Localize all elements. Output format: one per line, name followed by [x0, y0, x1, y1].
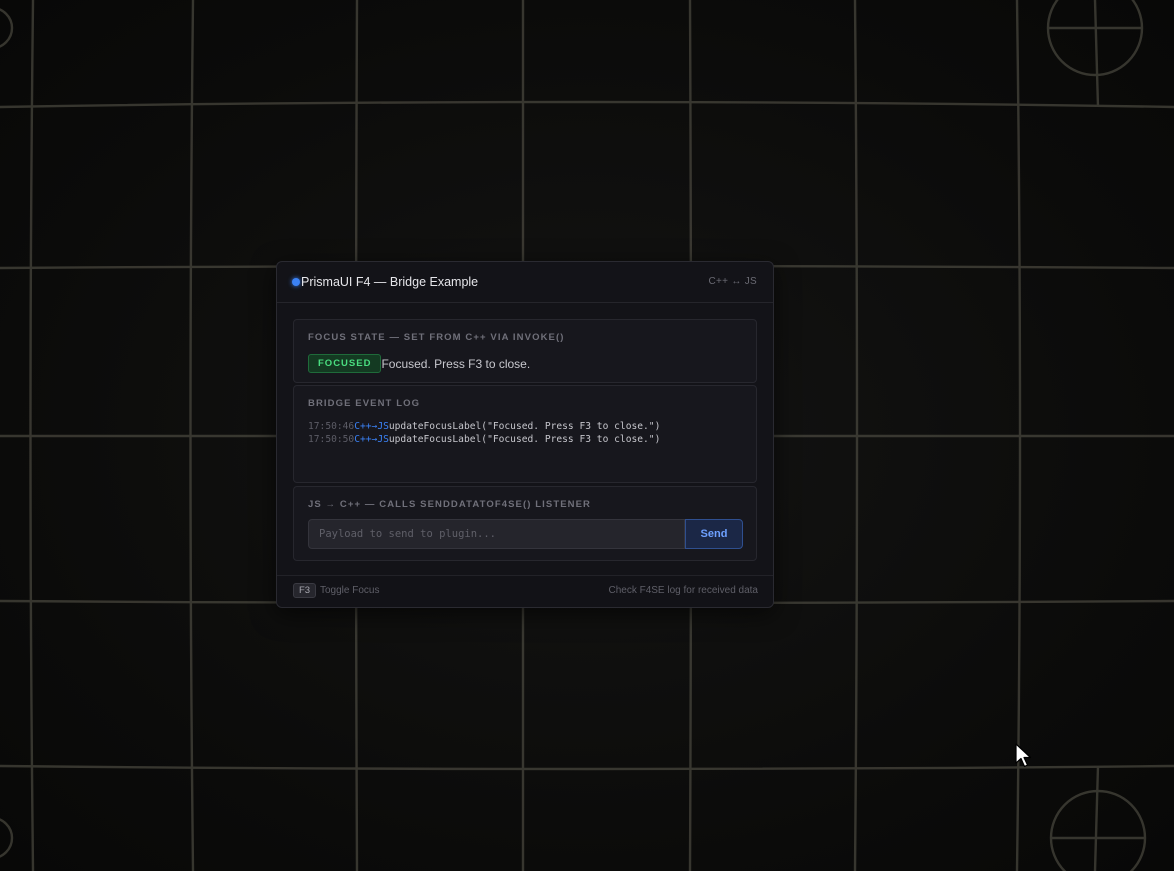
bridge-panel: PrismaUI F4 — Bridge Example C++ ↔ JS Fo… — [276, 261, 774, 608]
log-section-label: Bridge Event Log — [308, 398, 421, 409]
log-direction: C++→JS — [354, 434, 389, 445]
footer-note: Check F4SE log for received data — [608, 585, 758, 596]
mouse-cursor-icon — [1015, 743, 1032, 768]
focus-status-text: Focused. Press F3 to close. — [381, 356, 531, 371]
send-row: Send — [308, 519, 743, 549]
send-data-section: JS → C++ — calls sendDataToF4SE() listen… — [293, 486, 757, 561]
log-time: 17:50:50 — [308, 434, 355, 445]
bridge-event-log-section: Bridge Event Log 17:50:46C++→JSupdateFoc… — [293, 385, 757, 483]
log-entry: 17:50:50C++→JSupdateFocusLabel("Focused.… — [308, 433, 660, 446]
focus-state-section: Focus State — set from C++ via invoke() … — [293, 319, 757, 383]
log-message: updateFocusLabel("Focused. Press F3 to c… — [388, 434, 661, 445]
log-time: 17:50:46 — [308, 421, 355, 432]
focus-section-label: Focus State — set from C++ via invoke() — [308, 332, 565, 343]
log-message: updateFocusLabel("Focused. Press F3 to c… — [388, 421, 661, 432]
bridge-direction-tag: C++ ↔ JS — [708, 276, 757, 287]
focus-row: FOCUSED Focused. Press F3 to close. — [308, 354, 530, 373]
log-entry: 17:50:46C++→JSupdateFocusLabel("Focused.… — [308, 420, 660, 433]
focus-status-badge: FOCUSED — [308, 354, 382, 373]
toggle-focus-hint: Toggle Focus — [320, 585, 380, 596]
panel-header: PrismaUI F4 — Bridge Example C++ ↔ JS — [277, 262, 773, 303]
send-button[interactable]: Send — [685, 519, 743, 549]
log-direction: C++→JS — [354, 421, 389, 432]
status-dot-icon — [292, 278, 300, 286]
panel-footer: F3 Toggle Focus Check F4SE log for recei… — [277, 575, 773, 607]
panel-title: PrismaUI F4 — Bridge Example — [301, 275, 479, 289]
f3-key-hint: F3 — [293, 583, 317, 598]
payload-input[interactable] — [308, 519, 685, 549]
game-viewport: PrismaUI F4 — Bridge Example C++ ↔ JS Fo… — [0, 0, 1174, 871]
send-section-label: JS → C++ — calls sendDataToF4SE() listen… — [308, 499, 592, 510]
event-log: 17:50:46C++→JSupdateFocusLabel("Focused.… — [308, 420, 660, 446]
